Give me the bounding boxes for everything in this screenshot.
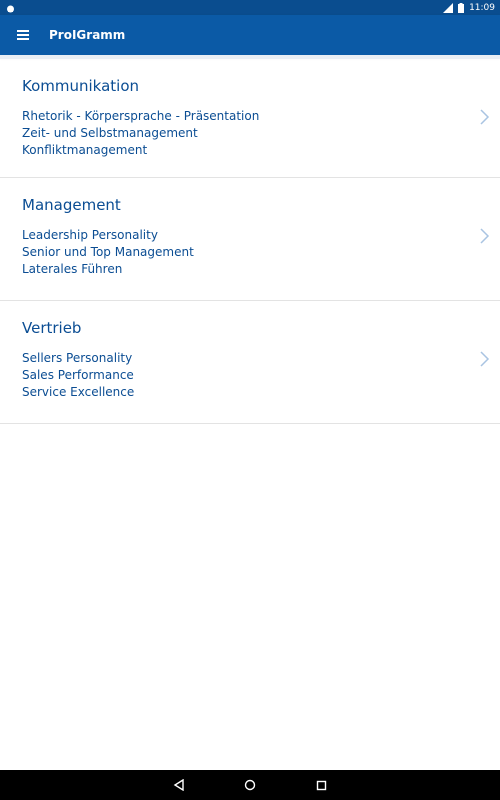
status-bar: 11:09 xyxy=(0,0,500,15)
category-items: Sellers Personality Sales Performance Se… xyxy=(22,350,134,401)
category-vertrieb[interactable]: Vertrieb Sellers Personality Sales Perfo… xyxy=(0,301,500,424)
menu-icon[interactable] xyxy=(0,15,46,55)
category-kommunikation[interactable]: Kommunikation Rhetorik - Körpersprache -… xyxy=(0,59,500,178)
chevron-right-icon xyxy=(480,109,490,125)
category-items: Rhetorik - Körpersprache - Präsentation … xyxy=(22,108,259,159)
category-item: Leadership Personality xyxy=(22,228,158,242)
category-item: Rhetorik - Körpersprache - Präsentation xyxy=(22,109,260,123)
category-item: Zeit- und Selbstmanagement xyxy=(22,126,198,140)
app-title: ProIGramm xyxy=(49,28,126,42)
chevron-right-icon xyxy=(480,228,490,244)
category-item: Laterales Führen xyxy=(22,262,123,276)
system-nav-bar xyxy=(0,770,500,800)
back-icon[interactable] xyxy=(172,778,186,792)
category-title: Vertrieb xyxy=(22,319,82,337)
category-item: Sellers Personality xyxy=(22,351,133,365)
category-item: Sales Performance xyxy=(22,368,134,382)
status-time: 11:09 xyxy=(469,2,495,13)
app-bar: ProIGramm xyxy=(0,15,500,55)
category-title: Management xyxy=(22,196,121,214)
category-item: Service Excellence xyxy=(22,385,135,399)
category-items: Leadership Personality Senior und Top Ma… xyxy=(22,227,194,278)
category-title: Kommunikation xyxy=(22,77,140,95)
recents-icon[interactable] xyxy=(314,778,328,792)
category-management[interactable]: Management Leadership Personality Senior… xyxy=(0,178,500,301)
category-item: Senior und Top Management xyxy=(22,245,194,259)
chevron-right-icon xyxy=(480,351,490,367)
category-item: Konfliktmanagement xyxy=(22,143,148,157)
category-list: Kommunikation Rhetorik - Körpersprache -… xyxy=(0,59,500,424)
home-icon[interactable] xyxy=(243,778,257,792)
